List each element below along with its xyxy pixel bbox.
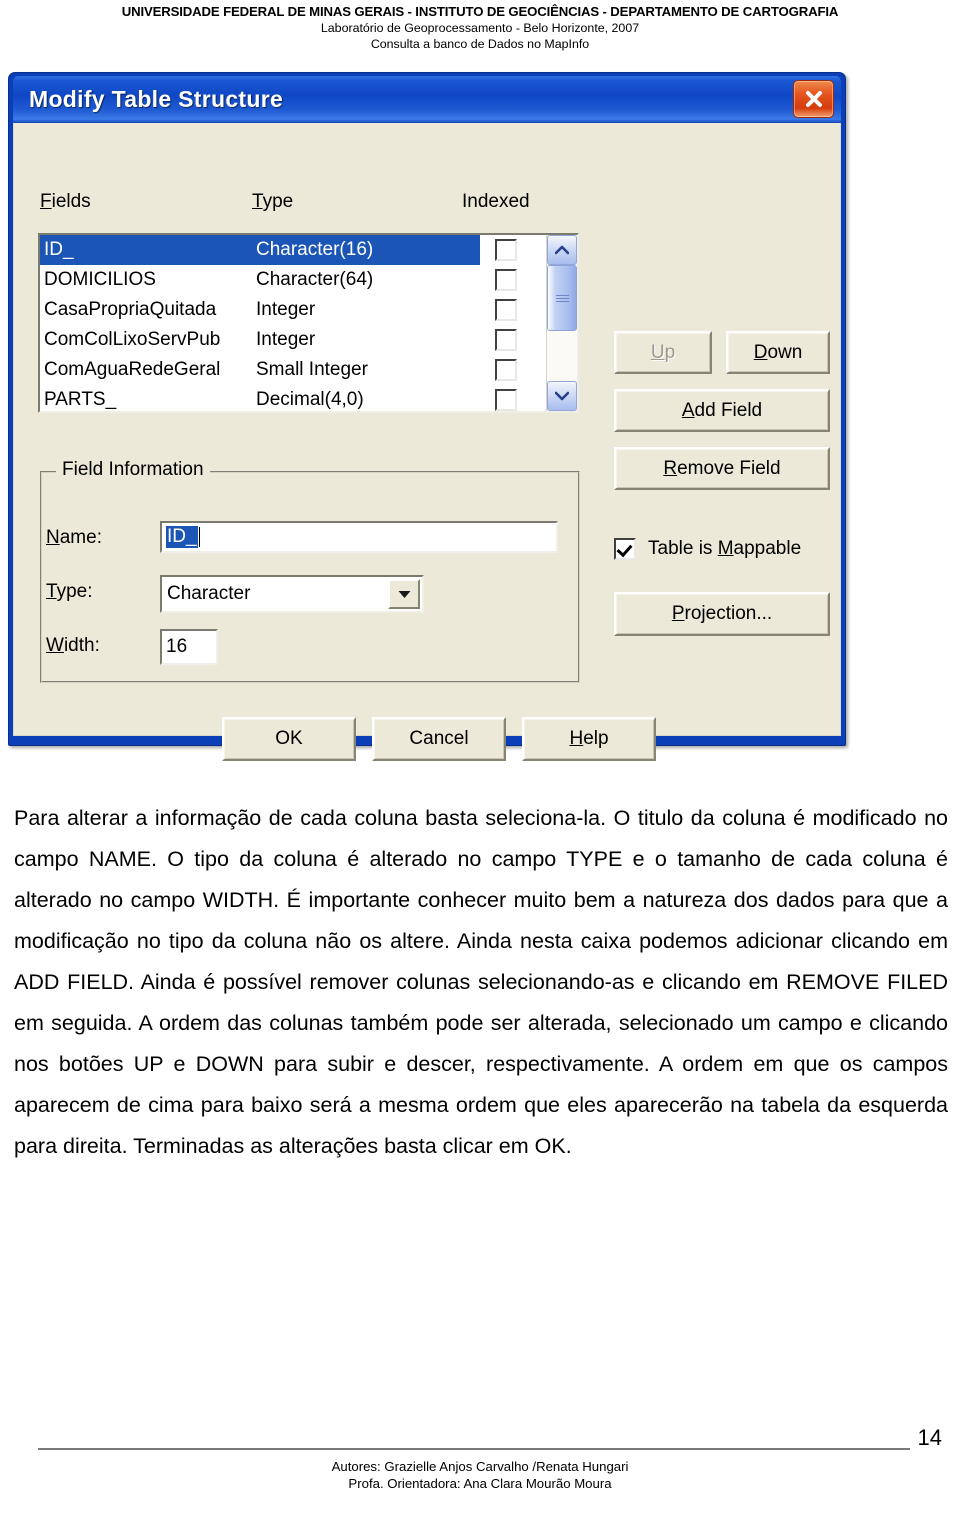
scrollbar-track[interactable] bbox=[547, 265, 577, 381]
field-type-cell: Decimal(4,0) bbox=[256, 389, 364, 410]
field-indexed-checkbox[interactable] bbox=[495, 359, 517, 381]
table-is-mappable-label: Table is Mappable bbox=[648, 538, 802, 559]
field-name-cell: ComColLixoServPub bbox=[44, 329, 221, 350]
cancel-button[interactable]: Cancel bbox=[372, 717, 506, 761]
table-row[interactable]: CasaPropriaQuitada Integer bbox=[40, 295, 546, 325]
body-paragraph-container: Para alterar a informação de cada coluna… bbox=[14, 798, 948, 1167]
name-input-value: ID_ bbox=[166, 526, 198, 548]
table-is-mappable-checkbox[interactable] bbox=[614, 538, 636, 560]
scroll-grip-icon bbox=[555, 293, 569, 304]
remove-field-label-rest: emove Field bbox=[677, 457, 781, 479]
type-select-dropdown-button[interactable] bbox=[388, 579, 420, 609]
chevron-up-icon bbox=[555, 245, 569, 255]
field-type-cell: Character(64) bbox=[256, 269, 374, 290]
field-name-cell: PARTS_ bbox=[44, 389, 117, 410]
column-header-type: Type bbox=[252, 191, 294, 212]
scroll-up-button[interactable] bbox=[547, 235, 577, 265]
header-line-lab: Laboratório de Geoprocessamento - Belo H… bbox=[320, 20, 640, 35]
table-row[interactable]: DOMICILIOS Character(64) bbox=[40, 265, 546, 295]
name-label: Name: bbox=[46, 527, 102, 548]
table-row[interactable]: ComAguaRedeGeral Small Integer bbox=[40, 355, 546, 385]
footer-advisor: Profa. Orientadora: Ana Clara Mourão Mou… bbox=[348, 1476, 612, 1492]
close-icon bbox=[805, 91, 822, 107]
dialog-titlebar[interactable]: Modify Table Structure bbox=[13, 76, 841, 123]
field-name-cell: DOMICILIOS bbox=[44, 269, 156, 290]
footer-divider bbox=[38, 1448, 910, 1450]
caret-down-icon bbox=[398, 590, 410, 598]
fields-list-rows: ID_ Character(16) DOMICILIOS Character(6… bbox=[40, 235, 546, 411]
projection-button[interactable]: Projection... bbox=[614, 592, 830, 636]
table-is-mappable-row[interactable]: Table is Mappable bbox=[614, 538, 801, 560]
down-button[interactable]: Down bbox=[726, 331, 830, 374]
field-indexed-checkbox[interactable] bbox=[495, 269, 517, 291]
fields-listbox[interactable]: ID_ Character(16) DOMICILIOS Character(6… bbox=[38, 233, 579, 413]
modify-table-structure-dialog: Modify Table Structure Fields Type Index… bbox=[8, 72, 846, 761]
remove-field-button[interactable]: Remove Field bbox=[614, 447, 830, 490]
field-indexed-checkbox[interactable] bbox=[495, 329, 517, 351]
width-label: Width: bbox=[46, 635, 100, 656]
page-header: UNIVERSIDADE FEDERAL DE MINAS GERAIS - I… bbox=[0, 4, 960, 53]
field-indexed-checkbox[interactable] bbox=[495, 299, 517, 321]
field-name-cell: CasaPropriaQuitada bbox=[44, 299, 217, 320]
add-field-label-rest: dd Field bbox=[694, 399, 763, 421]
name-input[interactable]: ID_ bbox=[160, 521, 558, 553]
page-number: 14 bbox=[917, 1425, 942, 1450]
field-information-legend: Field Information bbox=[56, 459, 210, 481]
chevron-down-icon bbox=[555, 391, 569, 401]
header-line-subject: Consulta a banco de Dados no MapInfo bbox=[370, 36, 590, 51]
ok-button[interactable]: OK bbox=[222, 717, 356, 761]
dialog-title: Modify Table Structure bbox=[29, 86, 284, 112]
table-row[interactable]: ID_ Character(16) bbox=[40, 235, 546, 265]
close-button[interactable] bbox=[793, 80, 834, 118]
up-button-label-rest: p bbox=[664, 341, 676, 363]
width-input-value: 16 bbox=[166, 636, 188, 657]
field-type-cell: Character(16) bbox=[250, 235, 480, 265]
table-row[interactable]: ComColLixoServPub Integer bbox=[40, 325, 546, 355]
field-type-cell: Small Integer bbox=[256, 359, 368, 380]
footer-credits: Autores: Grazielle Anjos Carvalho /Renat… bbox=[0, 1458, 960, 1493]
scroll-down-button[interactable] bbox=[547, 381, 577, 411]
projection-label-rest: rojection... bbox=[684, 603, 773, 624]
body-paragraph: Para alterar a informação de cada coluna… bbox=[14, 806, 948, 1158]
header-line-university: UNIVERSIDADE FEDERAL DE MINAS GERAIS - I… bbox=[121, 4, 839, 19]
down-button-label-rest: own bbox=[767, 341, 803, 363]
dialog-body: Fields Type Indexed ID_ Character(16) DO… bbox=[13, 123, 841, 761]
type-select[interactable]: Character bbox=[160, 575, 424, 613]
text-caret-icon bbox=[198, 527, 200, 547]
type-select-value: Character bbox=[167, 583, 251, 604]
type-label: Type: bbox=[46, 581, 93, 602]
width-input[interactable]: 16 bbox=[160, 629, 218, 665]
fields-list-scrollbar[interactable] bbox=[546, 235, 577, 411]
add-field-button[interactable]: Add Field bbox=[614, 389, 830, 432]
field-type-cell: Integer bbox=[256, 329, 316, 350]
field-type-cell: Integer bbox=[256, 299, 316, 320]
up-button[interactable]: Up bbox=[614, 331, 712, 374]
table-row[interactable]: PARTS_ Decimal(4,0) bbox=[40, 385, 546, 411]
field-indexed-checkbox[interactable] bbox=[495, 239, 517, 261]
field-name-cell: ComAguaRedeGeral bbox=[44, 359, 221, 380]
help-button[interactable]: Help bbox=[522, 717, 656, 761]
help-label-rest: elp bbox=[583, 728, 609, 749]
field-indexed-checkbox[interactable] bbox=[495, 389, 517, 411]
column-header-indexed: Indexed bbox=[462, 191, 530, 212]
field-name-cell: ID_ bbox=[40, 235, 250, 265]
scrollbar-thumb[interactable] bbox=[547, 265, 577, 331]
column-header-fields: Fields bbox=[40, 191, 91, 212]
footer-authors: Autores: Grazielle Anjos Carvalho /Renat… bbox=[331, 1459, 629, 1474]
